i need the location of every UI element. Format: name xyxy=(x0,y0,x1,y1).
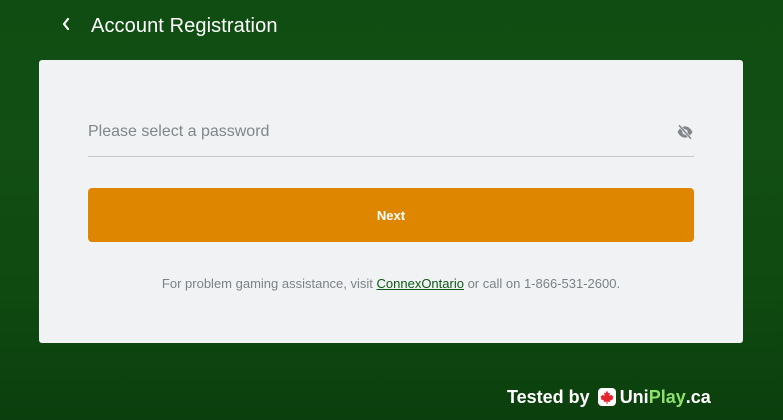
tested-by-label: Tested by xyxy=(507,386,590,407)
help-suffix: or call on 1-866-531-2600. xyxy=(463,276,621,291)
back-button[interactable] xyxy=(54,11,78,37)
help-prefix: For problem gaming assistance, visit xyxy=(161,276,377,291)
page-title: Account Registration xyxy=(91,15,278,37)
next-button[interactable]: Next xyxy=(88,188,694,242)
maple-leaf-icon xyxy=(597,388,616,406)
eye-off-icon[interactable] xyxy=(676,123,694,141)
brand-tld: .ca xyxy=(685,386,711,407)
chevron-left-icon xyxy=(62,17,70,31)
header: Account Registration xyxy=(0,0,783,52)
registration-card: Next For problem gaming assistance, visi… xyxy=(39,60,743,343)
brand-uni: Uni xyxy=(619,386,649,407)
password-field xyxy=(88,116,694,157)
password-input[interactable] xyxy=(88,116,658,148)
help-text: For problem gaming assistance, visit Con… xyxy=(39,276,743,291)
tested-by-badge: Tested by Uni Play .ca xyxy=(507,385,711,409)
brand-play: Play xyxy=(648,386,686,407)
connexontario-link[interactable]: ConnexOntario xyxy=(377,276,464,291)
